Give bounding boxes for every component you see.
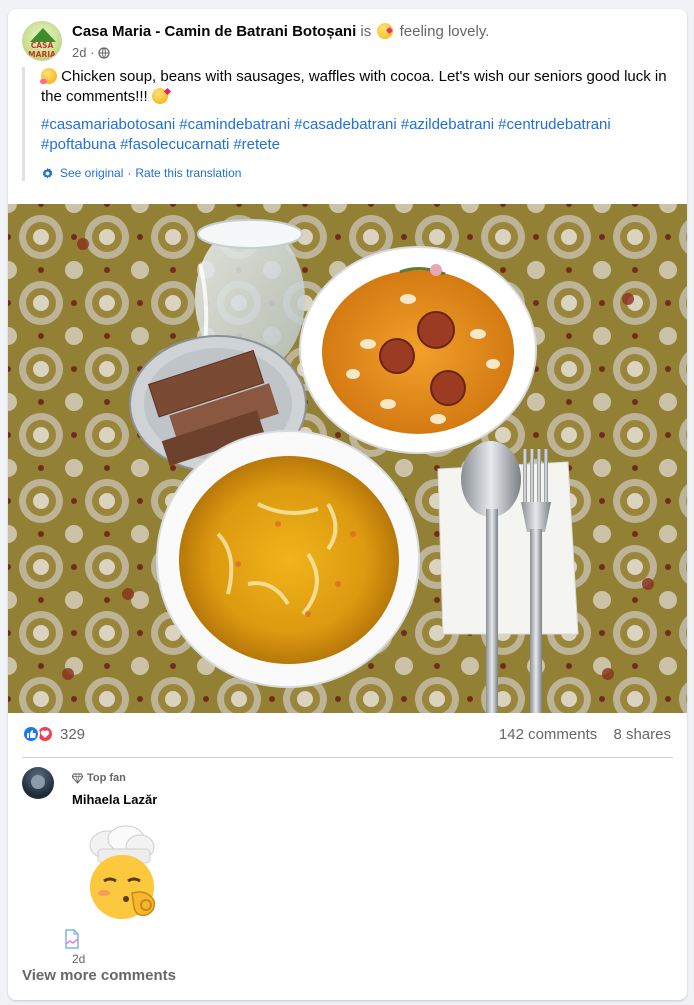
rate-translation-link[interactable]: Rate this translation [135, 165, 241, 181]
feeling-lovely-icon [377, 23, 394, 39]
view-more-comments-link[interactable]: View more comments [22, 967, 176, 984]
hashtag[interactable]: #casamariabotosani [41, 116, 175, 133]
commenter-name[interactable]: Mihaela Lazăr [72, 792, 157, 807]
hashtag-list: #casamariabotosani #camindebatrani #casade… [41, 115, 672, 155]
chef-kiss-emoji-sticker [89, 825, 156, 919]
author-name[interactable]: Casa Maria - Camin de Batrani Botoșani [72, 23, 356, 40]
post-time[interactable]: 2d [72, 45, 86, 60]
hashtag[interactable]: #retete [233, 136, 280, 153]
page-avatar[interactable]: CASA MARIA [22, 21, 62, 61]
top-fan-badge: Top fan [72, 772, 126, 784]
commenter-avatar[interactable] [22, 767, 54, 799]
badge-label: Top fan [87, 772, 126, 784]
broken-image-icon [65, 929, 79, 949]
divider [22, 757, 673, 758]
post-text-block: Chicken soup, beans with sausages, waffl… [40, 67, 672, 107]
post-meta: 2d · [72, 44, 110, 62]
comment-item: Top fan Mihaela Lazăr 2d [22, 767, 662, 967]
comments-count-link[interactable]: 142 comments [499, 726, 597, 743]
gear-icon [42, 167, 53, 178]
post-photo[interactable] [8, 204, 687, 713]
meal-photo-image [8, 204, 687, 713]
hashtag[interactable]: #centrudebatrani [498, 116, 611, 133]
hashtag[interactable]: #azildebatrani [401, 116, 494, 133]
feeling-text: feeling lovely. [399, 23, 490, 40]
shares-count-link[interactable]: 8 shares [613, 726, 671, 743]
hashtag[interactable]: #poftabuna [41, 136, 116, 153]
reactions-count: 329 [60, 725, 86, 743]
post-stats: 329 142 comments 8 shares [22, 725, 673, 747]
post-header: CASA MARIA Casa Maria - Camin de Batrani… [22, 21, 673, 65]
globe-icon[interactable] [98, 47, 110, 59]
hashtag[interactable]: #camindebatrani [179, 116, 290, 133]
avatar-logo-text: CASA MARIA [28, 41, 56, 59]
hashtag[interactable]: #casadebatrani [294, 116, 397, 133]
hashtag[interactable]: #fasolecucarnati [120, 136, 229, 153]
house-logo-icon [30, 28, 56, 42]
author-line: Casa Maria - Camin de Batrani Botoșani i… [72, 22, 489, 42]
translation-bar: See original · Rate this translation [41, 165, 672, 181]
reactions-summary[interactable]: 329 [22, 725, 85, 743]
diamond-icon [72, 772, 83, 784]
comment-time[interactable]: 2d [72, 952, 85, 966]
kiss-emoji-icon [151, 88, 168, 104]
is-text: is [360, 23, 372, 40]
smiling-hearts-emoji-icon [40, 68, 57, 84]
translation-separator: · [127, 166, 132, 180]
see-original-link[interactable]: See original [60, 165, 123, 181]
post-text: Chicken soup, beans with sausages, waffl… [41, 68, 667, 105]
like-reaction-icon [22, 725, 40, 743]
post-card: CASA MARIA Casa Maria - Camin de Batrani… [8, 9, 687, 1000]
post-body: Chicken soup, beans with sausages, waffl… [22, 67, 672, 181]
engagement-counts: 142 comments 8 shares [487, 726, 671, 743]
